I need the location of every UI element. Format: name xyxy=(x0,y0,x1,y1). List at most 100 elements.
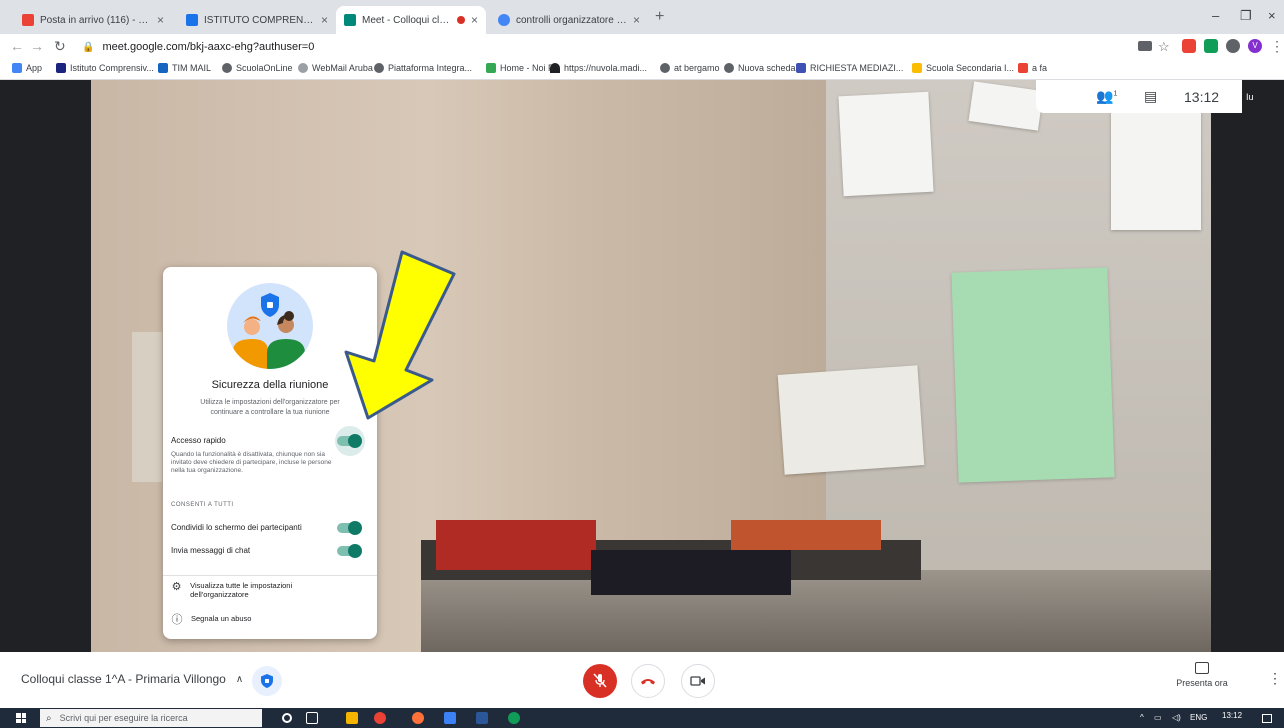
windows-taskbar: ⌕ Scrivi qui per eseguire la ricerca ^ ▭… xyxy=(0,708,1284,728)
taskbar-clock[interactable]: 13:12 xyxy=(1222,711,1242,720)
tab-istituto[interactable]: ISTITUTO COMPRENSIVO STATAL × xyxy=(178,6,336,34)
drive-icon xyxy=(912,63,922,73)
restore-icon[interactable]: ❐ xyxy=(1240,8,1252,24)
bookmark-item[interactable]: WebMail Aruba xyxy=(298,63,373,73)
site-icon xyxy=(186,14,198,26)
bookmark-item[interactable]: at bergamo xyxy=(660,63,720,73)
apps-icon xyxy=(12,63,22,73)
microphone-off-button[interactable] xyxy=(583,664,617,698)
chat-icon[interactable]: ▤ xyxy=(1144,88,1157,105)
security-illustration xyxy=(227,283,313,369)
share-screen-toggle[interactable] xyxy=(337,521,362,535)
forward-icon[interactable]: → xyxy=(30,38,44,54)
tray-chevron-icon[interactable]: ^ xyxy=(1140,713,1144,722)
bookmark-item[interactable]: TIM MAIL xyxy=(158,63,211,73)
url-text: meet.google.com/bkj-aaxc-ehg?authuser=0 xyxy=(102,41,315,53)
address-bar[interactable]: 🔒 meet.google.com/bkj-aaxc-ehg?authuser=… xyxy=(82,37,1102,57)
puzzle-icon[interactable] xyxy=(1226,39,1240,53)
host-controls-button[interactable] xyxy=(252,666,282,696)
volume-icon[interactable]: ◁) xyxy=(1172,713,1181,722)
back-icon[interactable]: ← xyxy=(10,38,24,54)
present-now-button[interactable]: Presenta ora xyxy=(1172,662,1232,688)
paper-note xyxy=(1111,110,1201,230)
tab-search[interactable]: controlli organizzatore icona scu × xyxy=(490,6,648,34)
minimize-icon[interactable]: – xyxy=(1212,8,1219,23)
chat-messages-toggle[interactable] xyxy=(337,544,362,558)
new-tab-button[interactable]: + xyxy=(655,8,664,26)
bookmark-item[interactable]: ScuolaOnLine xyxy=(222,63,293,73)
reload-icon[interactable]: ↻ xyxy=(54,38,66,55)
form-icon xyxy=(796,63,806,73)
close-window-icon[interactable]: × xyxy=(1268,8,1276,23)
windows-start-icon[interactable] xyxy=(16,713,26,723)
tab-title: Posta in arrivo (116) - vicario@ic xyxy=(40,14,151,26)
bookmark-item[interactable]: Piattaforma Integra... xyxy=(374,63,472,73)
chrome-icon[interactable] xyxy=(374,712,386,724)
quick-access-toggle[interactable] xyxy=(337,434,362,448)
bookmark-item[interactable]: https://nuvola.madi... xyxy=(550,63,647,73)
bookmark-icon xyxy=(56,63,66,73)
globe-icon xyxy=(660,63,670,73)
present-screen-icon xyxy=(1195,662,1209,674)
menu-icon[interactable]: ⋮ xyxy=(1270,38,1284,55)
self-view-label: Iu xyxy=(1246,92,1254,102)
binder xyxy=(436,520,596,570)
paper-note xyxy=(838,91,934,197)
bookmarks-bar: App Istituto Comprensiv... TIM MAIL Scuo… xyxy=(0,60,1284,80)
meeting-details-button[interactable]: Colloqui classe 1^A - Primaria Villongo … xyxy=(21,672,243,686)
camera-in-use-icon[interactable] xyxy=(1138,41,1152,51)
notifications-icon[interactable] xyxy=(1262,714,1272,723)
camera-button[interactable] xyxy=(681,664,715,698)
word-icon[interactable] xyxy=(476,712,488,724)
bookmark-item[interactable]: Home - Noi PA xyxy=(486,63,559,73)
edge-icon[interactable] xyxy=(508,712,520,724)
sheets-extension-icon[interactable] xyxy=(1204,39,1218,53)
extension-icon[interactable] xyxy=(1182,39,1196,53)
tab-title: ISTITUTO COMPRENSIVO STATAL xyxy=(204,14,315,26)
bookmark-item[interactable]: Istituto Comprensiv... xyxy=(56,63,154,73)
cortana-icon[interactable] xyxy=(282,713,292,723)
firefox-icon[interactable] xyxy=(412,712,424,724)
app-icon[interactable] xyxy=(444,712,456,724)
present-now-label: Presenta ora xyxy=(1176,678,1228,688)
cloud-icon xyxy=(550,63,560,73)
tab-title: controlli organizzatore icona scu xyxy=(516,14,627,26)
close-icon[interactable]: × xyxy=(157,13,164,27)
star-icon[interactable]: ☆ xyxy=(1158,39,1170,55)
close-icon[interactable]: × xyxy=(471,13,478,27)
report-abuse-link[interactable]: ⓘ Segnala un abuso xyxy=(171,614,252,626)
leave-call-button[interactable] xyxy=(631,664,665,698)
mail-icon xyxy=(158,63,168,73)
network-icon[interactable]: ▭ xyxy=(1154,713,1162,722)
language-indicator[interactable]: ENG xyxy=(1190,713,1207,722)
bookmark-item[interactable]: Scuola Secondaria I... xyxy=(912,63,1014,73)
close-icon[interactable]: × xyxy=(633,13,640,27)
binder xyxy=(591,550,791,595)
globe-icon xyxy=(724,63,734,73)
panel-subtitle: Utilizza le impostazioni dell'organizzat… xyxy=(200,399,340,416)
chat-messages-label: Invia messaggi di chat xyxy=(171,546,251,555)
gmail-icon xyxy=(1018,63,1028,73)
more-options-icon[interactable]: ⋮ xyxy=(1268,670,1282,687)
globe-icon xyxy=(374,63,384,73)
tab-title: Meet - Colloqui classe 1^A - xyxy=(362,14,453,26)
taskbar-search[interactable]: ⌕ Scrivi qui per eseguire la ricerca xyxy=(40,709,262,727)
bookmark-app[interactable]: App xyxy=(12,63,42,73)
file-explorer-icon[interactable] xyxy=(346,712,358,724)
people-shield-icon xyxy=(233,293,305,369)
people-icon[interactable]: 👥1 xyxy=(1096,88,1117,105)
view-host-settings-link[interactable]: ⚙ Visualizza tutte le impostazioni dell'… xyxy=(171,581,341,599)
close-icon[interactable]: × xyxy=(321,13,328,27)
tab-meet[interactable]: Meet - Colloqui classe 1^A - × xyxy=(336,6,486,34)
tab-gmail[interactable]: Posta in arrivo (116) - vicario@ic × xyxy=(14,6,172,34)
task-view-icon[interactable] xyxy=(306,712,318,724)
browser-toolbar: ← → ↻ 🔒 meet.google.com/bkj-aaxc-ehg?aut… xyxy=(0,34,1284,60)
quick-access-description: Quando la funzionalità è disattivata, ch… xyxy=(171,451,332,474)
webmail-icon xyxy=(298,63,308,73)
bookmark-item[interactable]: RICHIESTA MEDIAZI... xyxy=(796,63,903,73)
toggle-knob xyxy=(348,544,362,558)
profile-avatar[interactable]: V xyxy=(1248,39,1262,53)
bookmark-item[interactable]: a fa xyxy=(1018,63,1047,73)
share-screen-label: Condividi lo schermo dei partecipanti xyxy=(171,523,302,532)
bookmark-item[interactable]: Nuova scheda xyxy=(724,63,796,73)
